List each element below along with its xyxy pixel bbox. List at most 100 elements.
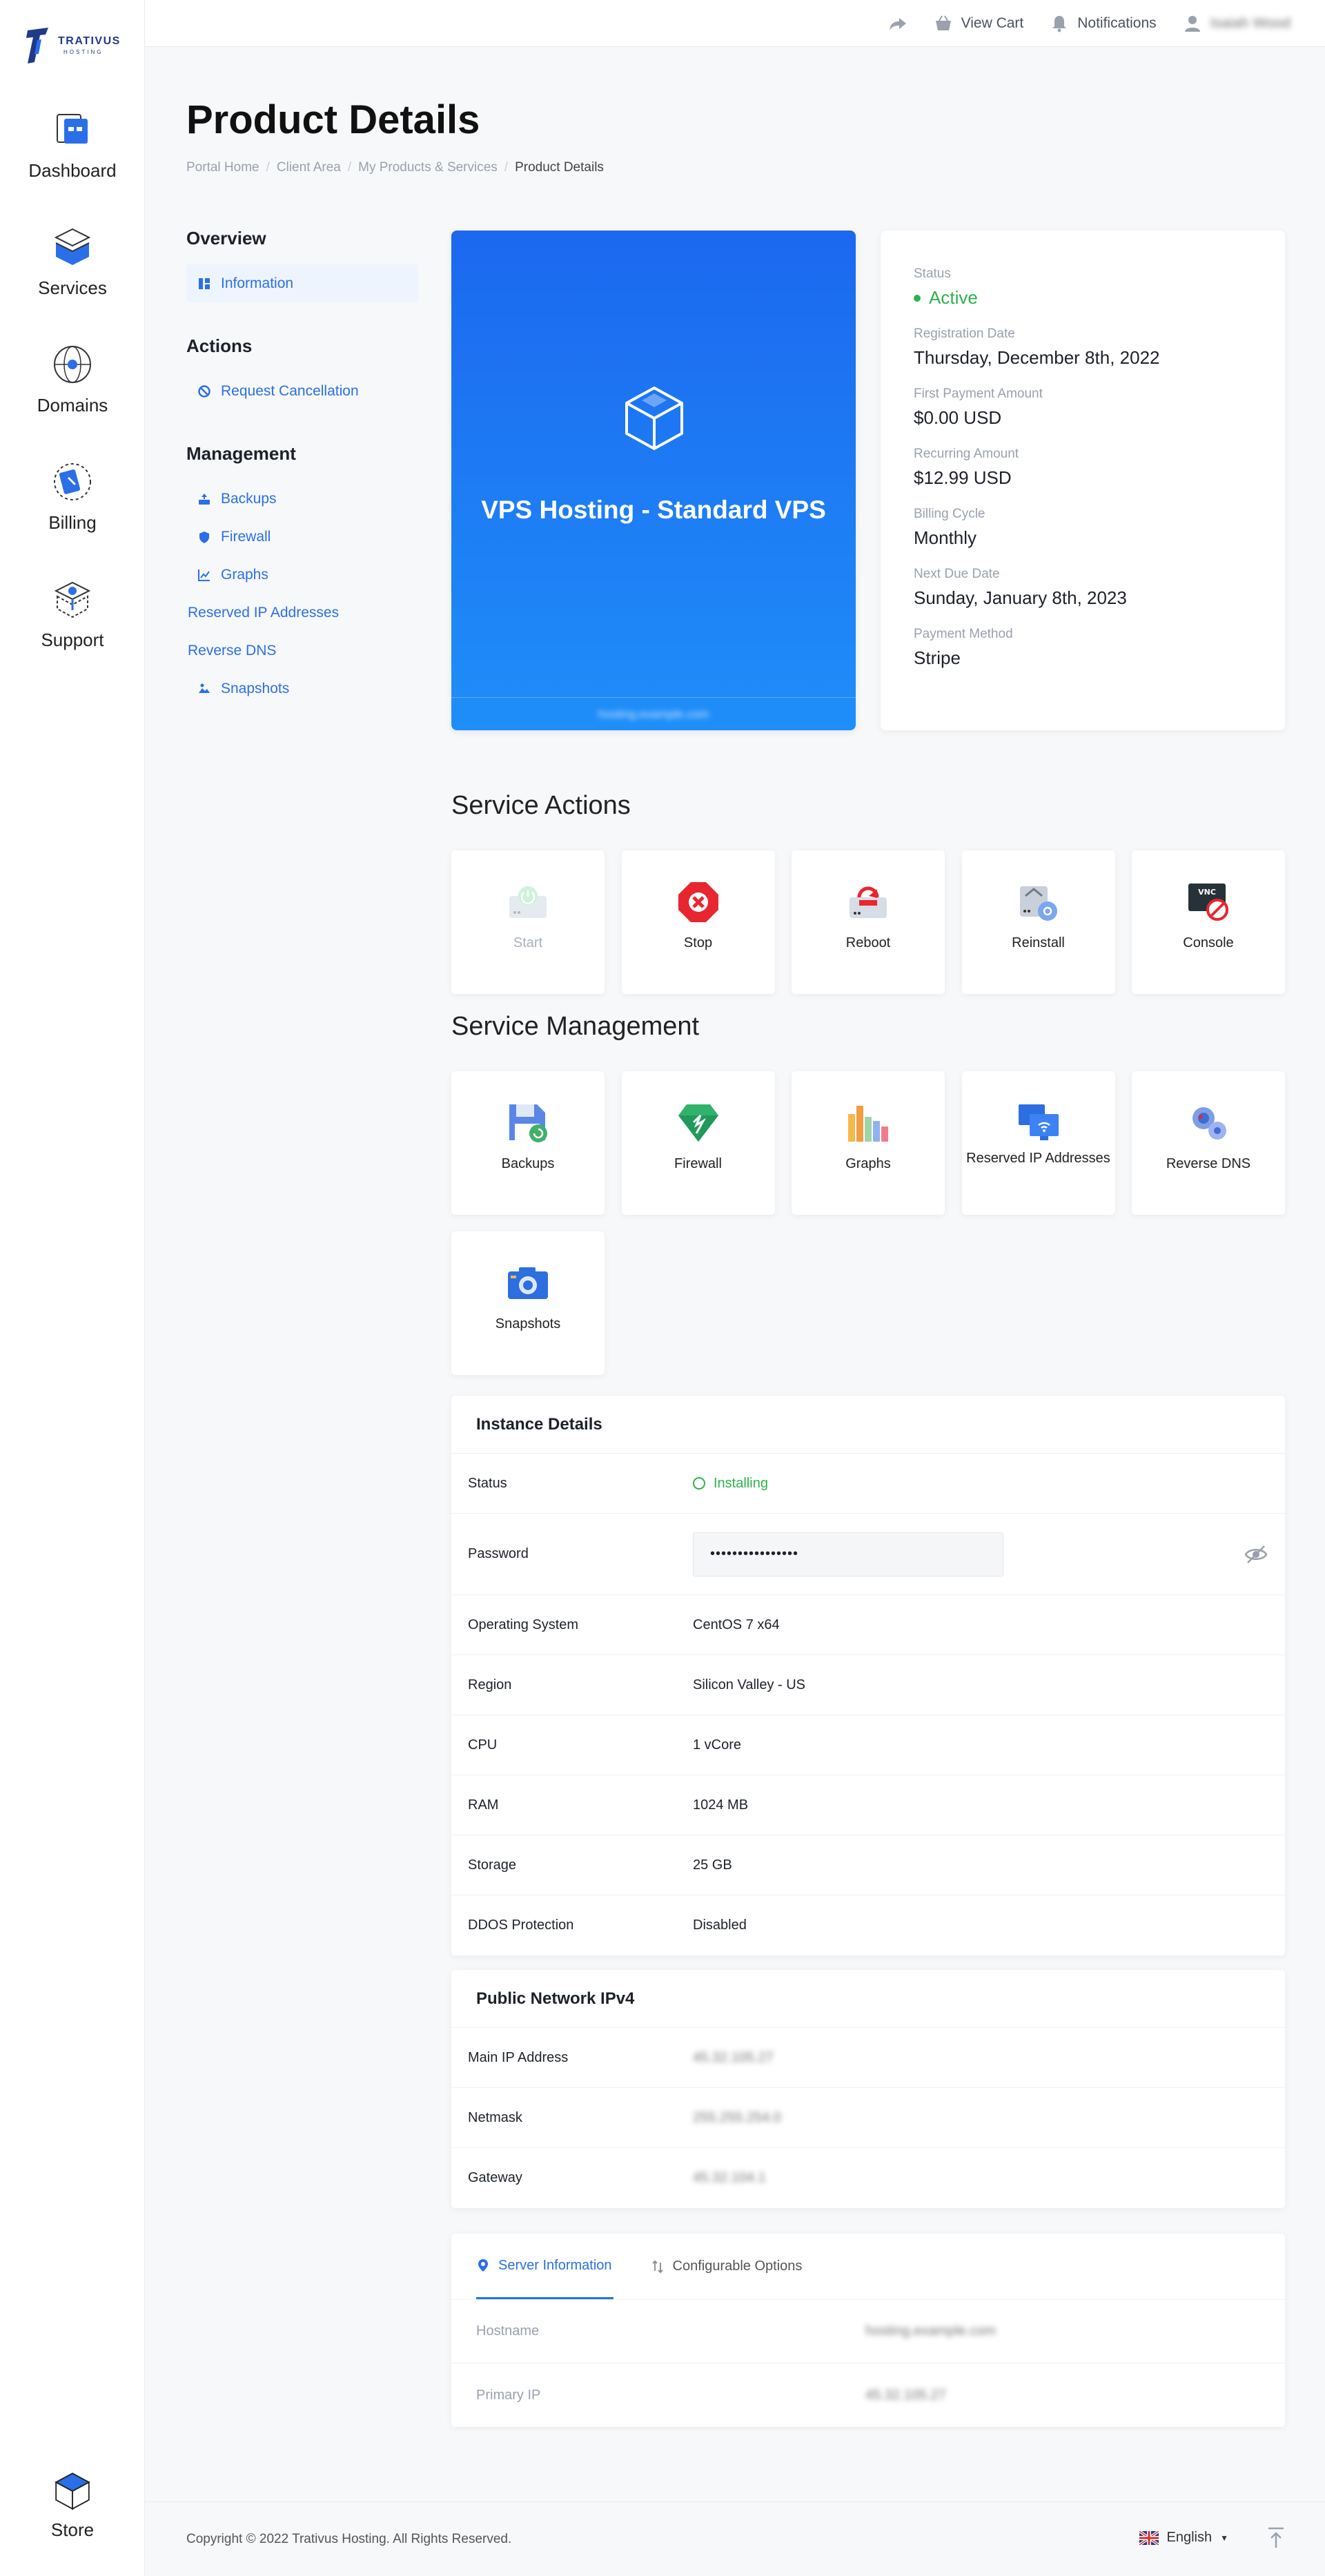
notifications-label: Notifications xyxy=(1077,14,1157,31)
instance-password-key: Password xyxy=(468,1546,529,1561)
instance-os-value: CentOS 7 x64 xyxy=(693,1617,780,1632)
instance-row-password: Password •••••••••••••••• xyxy=(451,1514,1285,1595)
dashboard-icon xyxy=(57,114,88,144)
chart-line-icon xyxy=(198,569,210,581)
status-dot xyxy=(914,294,921,302)
side-link-information[interactable]: Information xyxy=(186,264,418,302)
eye-slash-icon[interactable] xyxy=(1244,1542,1268,1567)
instance-ram-key: RAM xyxy=(468,1797,499,1813)
instance-details-panel: Instance Details Status Installing Passw… xyxy=(451,1396,1285,1955)
product-info-card: Status Active Registration Date Thursday… xyxy=(881,231,1285,730)
tab-configurable-options-label: Configurable Options xyxy=(672,2258,803,2274)
instance-cpu-value: 1 vCore xyxy=(693,1737,742,1753)
side-link-firewall[interactable]: Firewall xyxy=(186,518,418,556)
side-link-reverse-dns[interactable]: Reverse DNS xyxy=(186,632,418,670)
instance-row-region: Region Silicon Valley - US xyxy=(451,1655,1285,1715)
backups-icon xyxy=(199,493,210,505)
backups-tile[interactable]: Backups xyxy=(451,1071,605,1215)
next-due-date-label: Next Due Date xyxy=(914,567,1000,581)
nav-item-domains[interactable]: Domains xyxy=(0,340,145,416)
back-to-top-icon[interactable] xyxy=(1266,2526,1286,2550)
side-link-backups[interactable]: Backups xyxy=(186,480,418,518)
logo-mark-icon xyxy=(26,28,48,64)
snapshots-tile-label: Snapshots xyxy=(495,1316,561,1331)
reserved-ip-tile-label: Reserved IP Addresses xyxy=(966,1151,1110,1166)
first-payment-value: $0.00 USD xyxy=(914,407,1002,428)
start-server-icon xyxy=(509,886,547,918)
side-link-reserved-ip[interactable]: Reserved IP Addresses xyxy=(186,594,418,632)
view-cart-link[interactable]: View Cart xyxy=(934,14,1024,33)
server-row-primary-ip: Primary IP 45.32.105.27 xyxy=(451,2363,1285,2427)
reinstall-action-tile[interactable]: Reinstall xyxy=(961,850,1115,994)
instance-storage-value: 25 GB xyxy=(693,1857,732,1873)
console-action-tile[interactable]: VNC Console xyxy=(1132,850,1285,994)
recurring-amount-label: Recurring Amount xyxy=(914,447,1019,461)
breadcrumb-separator: / xyxy=(504,160,509,175)
nav-item-billing[interactable]: Billing xyxy=(0,457,145,534)
instance-region-key: Region xyxy=(468,1677,512,1692)
instance-row-ddos: DDOS Protection Disabled xyxy=(451,1895,1285,1955)
view-cart-label: View Cart xyxy=(961,14,1024,31)
network-row-gateway: Gateway 45.32.104.1 xyxy=(451,2148,1285,2208)
next-due-date-value: Sunday, January 8th, 2023 xyxy=(914,587,1127,608)
snapshots-tile[interactable]: Snapshots xyxy=(451,1231,605,1375)
nav-item-support[interactable]: Support xyxy=(0,574,145,651)
side-link-firewall-label: Firewall xyxy=(221,528,271,545)
reserved-ip-tile[interactable]: Reserved IP Addresses xyxy=(961,1071,1115,1215)
brand-logo[interactable]: TRATIVUS HOSTING xyxy=(25,25,121,66)
product-domain: hosting.example.com xyxy=(598,708,709,721)
instance-ddos-key: DDOS Protection xyxy=(468,1918,574,1933)
share-button[interactable] xyxy=(888,14,907,33)
tab-server-information[interactable]: Server Information xyxy=(476,2234,614,2299)
side-link-graphs-label: Graphs xyxy=(221,566,268,583)
instance-cpu-key: CPU xyxy=(468,1737,498,1753)
password-field[interactable]: •••••••••••••••• xyxy=(693,1532,1003,1577)
sort-arrows-icon xyxy=(651,2260,663,2273)
instance-row-cpu: CPU 1 vCore xyxy=(451,1715,1285,1775)
nav-item-services[interactable]: Services xyxy=(0,222,145,299)
graphs-tile[interactable]: Graphs xyxy=(792,1071,945,1215)
tab-configurable-options[interactable]: Configurable Options xyxy=(651,2234,803,2299)
nav-item-store[interactable]: Store xyxy=(0,2468,145,2541)
bell-icon xyxy=(1052,15,1067,32)
notifications-link[interactable]: Notifications xyxy=(1050,14,1157,33)
reboot-action-tile[interactable]: Reboot xyxy=(792,850,945,994)
language-selector[interactable]: English ▼ xyxy=(1139,2530,1228,2546)
nav-item-dashboard[interactable]: Dashboard xyxy=(0,105,145,182)
chevron-down-icon: ▼ xyxy=(1220,2533,1228,2543)
reboot-action-label: Reboot xyxy=(845,935,891,950)
side-link-request-cancellation[interactable]: Request Cancellation xyxy=(186,372,418,410)
registration-date-value: Thursday, December 8th, 2022 xyxy=(914,347,1160,368)
nav-label-billing: Billing xyxy=(48,512,97,533)
server-row-hostname: Hostname hosting.example.com xyxy=(451,2300,1285,2363)
server-info-panel: Server Information Configurable Options … xyxy=(451,2234,1285,2427)
breadcrumb-my-products[interactable]: My Products & Services xyxy=(358,160,498,175)
uk-flag-icon xyxy=(1139,2530,1159,2545)
product-card: VPS Hosting - Standard VPS hosting.examp… xyxy=(451,231,856,730)
side-link-graphs[interactable]: Graphs xyxy=(186,556,418,594)
stop-action-tile[interactable]: Stop xyxy=(621,850,775,994)
product-title: VPS Hosting - Standard VPS xyxy=(481,496,826,524)
side-link-backups-label: Backups xyxy=(221,490,277,507)
store-box-icon xyxy=(55,2472,90,2510)
breadcrumb-client-area[interactable]: Client Area xyxy=(277,160,341,175)
user-name: Isaiah Wood xyxy=(1210,14,1290,31)
footer: Copyright © 2022 Trativus Hosting. All R… xyxy=(145,2501,1325,2576)
reverse-dns-tile[interactable]: Reverse DNS xyxy=(1132,1071,1285,1215)
start-action-tile[interactable]: Start xyxy=(451,850,605,994)
side-link-request-cancellation-label: Request Cancellation xyxy=(221,382,359,399)
payment-method-value: Stripe xyxy=(914,647,961,668)
instance-row-status: Status Installing xyxy=(451,1454,1285,1514)
billing-icon xyxy=(54,463,91,500)
breadcrumb-portal-home[interactable]: Portal Home xyxy=(186,160,259,175)
firewall-tile[interactable]: Firewall xyxy=(621,1071,775,1215)
hostname-value: hosting.example.com xyxy=(865,2323,996,2339)
gateway-key: Gateway xyxy=(468,2170,522,2185)
svg-text:VNC: VNC xyxy=(1198,888,1216,897)
server-info-tabs: Server Information Configurable Options xyxy=(451,2234,1285,2300)
breadcrumb-separator: / xyxy=(266,160,270,175)
user-menu[interactable]: Isaiah Wood xyxy=(1183,14,1290,33)
reboot-server-icon xyxy=(850,886,887,918)
reverse-dns-tile-label: Reverse DNS xyxy=(1166,1156,1251,1171)
side-link-snapshots[interactable]: Snapshots xyxy=(186,670,418,708)
